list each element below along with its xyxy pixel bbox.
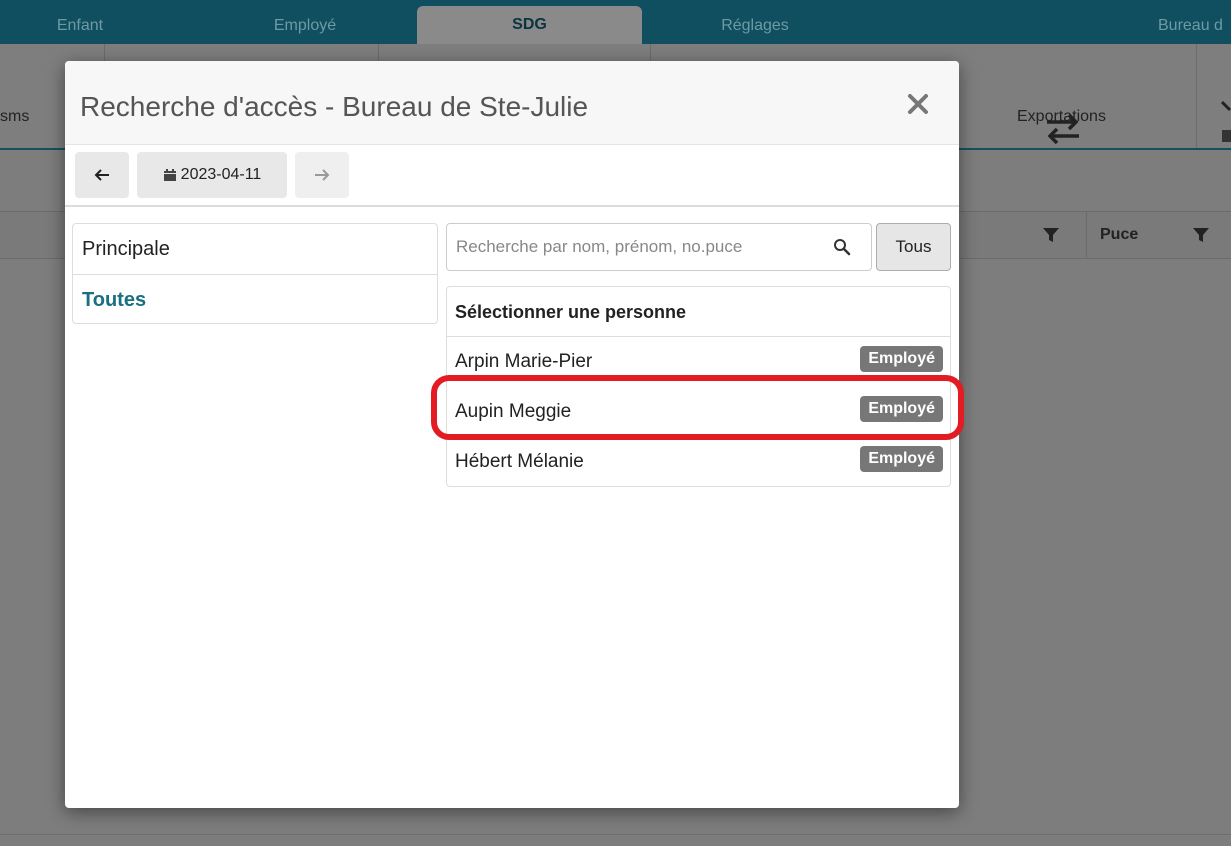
person-list: Sélectionner une personne Arpin Marie-Pi… — [446, 286, 951, 487]
date-navigation: 2023-04-11 — [65, 145, 959, 207]
tab-reglages[interactable]: Réglages — [695, 8, 815, 44]
arrow-right-icon — [315, 169, 330, 181]
tab-bureau[interactable]: Bureau d — [1158, 8, 1231, 44]
modal-header: Recherche d'accès - Bureau de Ste-Julie — [65, 61, 959, 145]
category-toutes[interactable]: Toutes — [73, 274, 437, 324]
person-item[interactable]: Aupin Meggie Employé — [447, 387, 950, 437]
role-badge: Employé — [860, 446, 943, 472]
arrow-left-icon — [94, 169, 109, 181]
category-principale[interactable]: Principale — [73, 224, 437, 274]
date-label: 2023-04-11 — [180, 166, 262, 183]
divider — [0, 834, 1231, 835]
search-icon[interactable] — [833, 238, 851, 256]
person-item[interactable]: Arpin Marie-Pier Employé — [447, 337, 950, 387]
person-name: Hébert Mélanie — [455, 451, 584, 472]
previous-day-button[interactable] — [75, 152, 129, 198]
tab-sdg[interactable]: SDG — [417, 6, 642, 44]
toolbar-divider — [1196, 44, 1197, 148]
person-item[interactable]: Hébert Mélanie Employé — [447, 437, 950, 487]
access-search-modal: Recherche d'accès - Bureau de Ste-Julie … — [65, 61, 959, 808]
category-list: Principale Toutes — [72, 223, 438, 324]
search-box — [446, 223, 872, 271]
role-badge: Employé — [860, 346, 943, 372]
search-input[interactable] — [447, 224, 827, 270]
calendar-icon — [163, 169, 176, 181]
tab-enfant[interactable]: Enfant — [20, 8, 140, 44]
person-name: Arpin Marie-Pier — [455, 351, 593, 372]
role-badge: Employé — [860, 396, 943, 422]
tools-icon[interactable] — [1218, 96, 1231, 146]
toolbar-sms-label[interactable]: sms — [0, 108, 29, 126]
tab-employe[interactable]: Employé — [245, 8, 365, 44]
date-picker-button[interactable]: 2023-04-11 — [137, 152, 287, 198]
person-name: Aupin Meggie — [455, 401, 572, 422]
modal-title: Recherche d'accès - Bureau de Ste-Julie — [80, 91, 589, 122]
top-navigation: Enfant Employé SDG Réglages Bureau d — [0, 0, 1231, 44]
person-list-header: Sélectionner une personne — [447, 287, 950, 337]
filter-icon[interactable] — [1043, 227, 1059, 243]
tous-button[interactable]: Tous — [876, 223, 951, 271]
column-divider — [1086, 212, 1087, 258]
exportations-button[interactable]: Exportations — [1017, 108, 1106, 126]
filter-icon[interactable] — [1193, 227, 1209, 243]
close-icon[interactable] — [903, 89, 933, 119]
column-header-puce[interactable]: Puce — [1100, 212, 1138, 258]
next-day-button[interactable] — [295, 152, 349, 198]
